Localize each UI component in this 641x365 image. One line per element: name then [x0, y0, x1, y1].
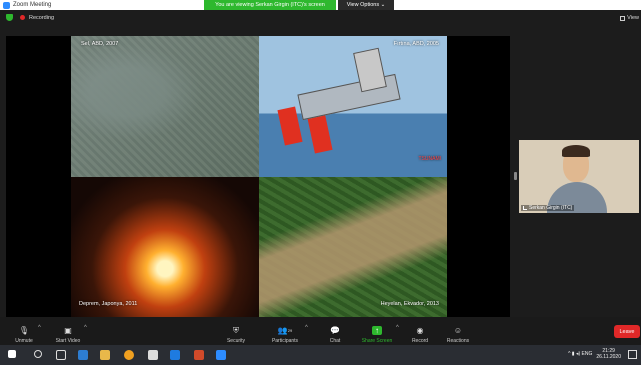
participant-count: 29	[287, 328, 293, 333]
video-off-icon: ▣	[64, 326, 72, 335]
security-button[interactable]: ⛨ Security	[214, 320, 258, 345]
shield-icon: ⛨	[233, 325, 239, 335]
panel-collapse-handle[interactable]	[514, 172, 517, 180]
store-icon[interactable]	[148, 350, 158, 360]
file-explorer-icon[interactable]	[100, 350, 110, 360]
tray-icons[interactable]: ^ ▮ ◂) ENG	[568, 351, 592, 357]
grid-view-icon	[620, 15, 626, 21]
participant-video[interactable]: Serkan Girgin (ITC)	[519, 140, 639, 213]
system-tray: ^ ▮ ◂) ENG 21:29 26.11.2020	[568, 348, 621, 360]
security-shield-icon[interactable]	[6, 14, 13, 21]
reactions-icon: ☺	[453, 326, 463, 335]
people-icon: 👥 29	[277, 326, 293, 335]
view-button[interactable]: View	[620, 15, 639, 21]
start-video-label: Start Video	[55, 338, 81, 344]
rig-leg	[307, 114, 333, 154]
recording-dot-icon	[20, 15, 25, 20]
presentation-slide: Sel, ABD, 2007 Fırtına, ABD, 2005 TSUNAM…	[71, 36, 447, 318]
chat-button[interactable]: 💬 Chat	[313, 320, 357, 344]
microphone-muted-icon: 🎙	[18, 326, 30, 335]
zoom-app-icon	[3, 1, 10, 9]
participant-name: Serkan Girgin (ITC)	[529, 205, 573, 211]
chat-label: Chat	[329, 338, 341, 344]
unmute-label: Unmute	[15, 338, 33, 344]
share-screen-label: Share Screen	[361, 338, 393, 344]
caption-earthquake: Deprem, Japonya, 2011	[79, 301, 138, 307]
windows-start-icon[interactable]	[8, 350, 16, 358]
record-label: Record	[411, 338, 429, 344]
zoom-taskbar-icon[interactable]	[216, 350, 226, 360]
edge-browser-icon[interactable]	[78, 350, 88, 360]
reactions-button[interactable]: ☺ Reactions	[436, 320, 480, 344]
earthquake-fire-photo: Deprem, Japonya, 2011	[71, 177, 259, 318]
reactions-label: Reactions	[446, 338, 470, 344]
meeting-info-bar: Recording	[6, 14, 54, 21]
share-screen-button[interactable]: ↑ Share Screen	[355, 320, 399, 344]
caption-landslide: Heyelan, Ekvador, 2013	[380, 301, 439, 307]
clock[interactable]: 21:29 26.11.2020	[596, 348, 621, 360]
video-options-chevron-icon[interactable]: ^	[84, 325, 87, 331]
security-label: Security	[226, 338, 246, 344]
window-title: Zoom Meeting	[13, 2, 52, 8]
notification-center-icon[interactable]	[628, 350, 637, 359]
leave-button[interactable]: Leave	[614, 325, 640, 338]
view-label: View	[627, 15, 639, 21]
share-screen-icon: ↑	[372, 326, 382, 335]
meeting-area: Recording View Sel, ABD, 2007 Fırtına, A…	[0, 10, 641, 318]
participant-name-tag: Serkan Girgin (ITC)	[521, 205, 575, 211]
start-video-button[interactable]: ▣ Start Video	[46, 320, 90, 344]
signal-bars-icon	[523, 206, 527, 210]
participants-button[interactable]: 👥 29 Participants	[263, 320, 307, 344]
meeting-toolbar: 🎙 Unmute ^ ▣ Start Video ^ ⛨ Security 👥 2…	[0, 317, 641, 345]
recording-label: Recording	[29, 14, 55, 21]
chat-icon: 💬	[330, 326, 340, 335]
rig-leg	[277, 106, 303, 146]
task-view-icon[interactable]	[56, 350, 66, 360]
oil-rig-photo: Fırtına, ABD, 2005 TSUNAMI	[259, 36, 447, 177]
record-icon: ◉	[416, 326, 424, 335]
flood-photo: Sel, ABD, 2007	[71, 36, 259, 177]
unmute-button[interactable]: 🎙 Unmute	[2, 320, 46, 344]
windows-taskbar: ^ ▮ ◂) ENG 21:29 26.11.2020	[0, 345, 641, 365]
chrome-icon[interactable]	[124, 350, 134, 360]
caption-storm: Fırtına, ABD, 2005	[393, 41, 439, 47]
shared-screen: Sel, ABD, 2007 Fırtına, ABD, 2005 TSUNAM…	[6, 36, 510, 318]
mail-icon[interactable]	[170, 350, 180, 360]
search-icon[interactable]	[34, 350, 42, 358]
clock-date: 26.11.2020	[596, 354, 621, 360]
participants-chevron-icon[interactable]: ^	[305, 325, 308, 331]
caption-flood: Sel, ABD, 2007	[81, 41, 119, 47]
photo-credit: TSUNAMI	[418, 156, 442, 162]
view-options-button[interactable]: View Options ⌄	[338, 0, 394, 10]
participants-label: Participants	[271, 338, 299, 344]
powerpoint-icon[interactable]	[194, 350, 204, 360]
audio-options-chevron-icon[interactable]: ^	[38, 325, 41, 331]
landslide-photo: Heyelan, Ekvador, 2013	[259, 177, 447, 318]
viewing-screen-banner: You are viewing Serkan Girgin (ITC)'s sc…	[204, 0, 336, 10]
participant-hair	[562, 145, 590, 157]
flood-water-overlay	[71, 36, 259, 177]
